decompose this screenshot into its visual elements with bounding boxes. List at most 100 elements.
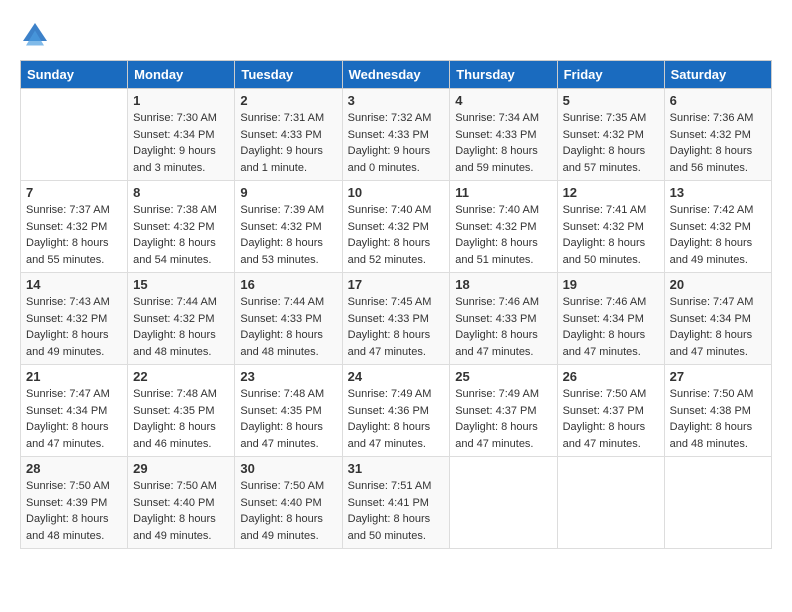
cell-content: Sunrise: 7:44 AM Sunset: 4:33 PM Dayligh… — [240, 294, 336, 360]
logo-icon — [20, 20, 50, 50]
day-cell: 7 Sunrise: 7:37 AM Sunset: 4:32 PM Dayli… — [21, 181, 128, 273]
day-number: 30 — [240, 461, 336, 476]
sunset-text: Sunset: 4:32 PM — [26, 313, 107, 325]
cell-content: Sunrise: 7:44 AM Sunset: 4:32 PM Dayligh… — [133, 294, 229, 360]
sunset-text: Sunset: 4:35 PM — [133, 405, 214, 417]
cell-content: Sunrise: 7:47 AM Sunset: 4:34 PM Dayligh… — [26, 386, 122, 452]
day-cell: 30 Sunrise: 7:50 AM Sunset: 4:40 PM Dayl… — [235, 457, 342, 549]
sunrise-text: Sunrise: 7:48 AM — [240, 388, 324, 400]
day-cell: 23 Sunrise: 7:48 AM Sunset: 4:35 PM Dayl… — [235, 365, 342, 457]
sunset-text: Sunset: 4:32 PM — [133, 221, 214, 233]
week-row-3: 14 Sunrise: 7:43 AM Sunset: 4:32 PM Dayl… — [21, 273, 772, 365]
daylight-text: Daylight: 8 hours and 47 minutes. — [670, 329, 753, 358]
day-cell: 5 Sunrise: 7:35 AM Sunset: 4:32 PM Dayli… — [557, 89, 664, 181]
sunrise-text: Sunrise: 7:49 AM — [455, 388, 539, 400]
daylight-text: Daylight: 8 hours and 48 minutes. — [26, 513, 109, 542]
daylight-text: Daylight: 8 hours and 59 minutes. — [455, 145, 538, 174]
day-number: 13 — [670, 185, 766, 200]
sunrise-text: Sunrise: 7:50 AM — [670, 388, 754, 400]
daylight-text: Daylight: 8 hours and 53 minutes. — [240, 237, 323, 266]
day-cell: 10 Sunrise: 7:40 AM Sunset: 4:32 PM Dayl… — [342, 181, 450, 273]
cell-content: Sunrise: 7:50 AM Sunset: 4:40 PM Dayligh… — [133, 478, 229, 544]
day-cell: 22 Sunrise: 7:48 AM Sunset: 4:35 PM Dayl… — [128, 365, 235, 457]
sunset-text: Sunset: 4:33 PM — [455, 313, 536, 325]
daylight-text: Daylight: 8 hours and 47 minutes. — [455, 329, 538, 358]
day-number: 24 — [348, 369, 445, 384]
header-saturday: Saturday — [664, 61, 771, 89]
sunrise-text: Sunrise: 7:30 AM — [133, 112, 217, 124]
day-cell: 12 Sunrise: 7:41 AM Sunset: 4:32 PM Dayl… — [557, 181, 664, 273]
page-header — [20, 20, 772, 50]
daylight-text: Daylight: 8 hours and 48 minutes. — [670, 421, 753, 450]
sunrise-text: Sunrise: 7:44 AM — [240, 296, 324, 308]
day-number: 2 — [240, 93, 336, 108]
daylight-text: Daylight: 9 hours and 3 minutes. — [133, 145, 216, 174]
day-number: 4 — [455, 93, 551, 108]
cell-content: Sunrise: 7:40 AM Sunset: 4:32 PM Dayligh… — [348, 202, 445, 268]
daylight-text: Daylight: 8 hours and 47 minutes. — [563, 421, 646, 450]
header-monday: Monday — [128, 61, 235, 89]
day-cell: 9 Sunrise: 7:39 AM Sunset: 4:32 PM Dayli… — [235, 181, 342, 273]
day-cell — [21, 89, 128, 181]
daylight-text: Daylight: 8 hours and 47 minutes. — [348, 329, 431, 358]
sunrise-text: Sunrise: 7:35 AM — [563, 112, 647, 124]
day-cell: 27 Sunrise: 7:50 AM Sunset: 4:38 PM Dayl… — [664, 365, 771, 457]
day-number: 12 — [563, 185, 659, 200]
cell-content: Sunrise: 7:36 AM Sunset: 4:32 PM Dayligh… — [670, 110, 766, 176]
day-number: 1 — [133, 93, 229, 108]
daylight-text: Daylight: 8 hours and 57 minutes. — [563, 145, 646, 174]
cell-content: Sunrise: 7:37 AM Sunset: 4:32 PM Dayligh… — [26, 202, 122, 268]
cell-content: Sunrise: 7:45 AM Sunset: 4:33 PM Dayligh… — [348, 294, 445, 360]
sunrise-text: Sunrise: 7:50 AM — [26, 480, 110, 492]
daylight-text: Daylight: 8 hours and 48 minutes. — [133, 329, 216, 358]
cell-content: Sunrise: 7:32 AM Sunset: 4:33 PM Dayligh… — [348, 110, 445, 176]
day-number: 18 — [455, 277, 551, 292]
day-cell: 20 Sunrise: 7:47 AM Sunset: 4:34 PM Dayl… — [664, 273, 771, 365]
cell-content: Sunrise: 7:46 AM Sunset: 4:33 PM Dayligh… — [455, 294, 551, 360]
cell-content: Sunrise: 7:46 AM Sunset: 4:34 PM Dayligh… — [563, 294, 659, 360]
sunset-text: Sunset: 4:34 PM — [670, 313, 751, 325]
sunrise-text: Sunrise: 7:51 AM — [348, 480, 432, 492]
day-cell: 4 Sunrise: 7:34 AM Sunset: 4:33 PM Dayli… — [450, 89, 557, 181]
day-cell: 28 Sunrise: 7:50 AM Sunset: 4:39 PM Dayl… — [21, 457, 128, 549]
sunrise-text: Sunrise: 7:46 AM — [563, 296, 647, 308]
day-cell: 6 Sunrise: 7:36 AM Sunset: 4:32 PM Dayli… — [664, 89, 771, 181]
cell-content: Sunrise: 7:42 AM Sunset: 4:32 PM Dayligh… — [670, 202, 766, 268]
day-number: 26 — [563, 369, 659, 384]
sunrise-text: Sunrise: 7:50 AM — [240, 480, 324, 492]
sunrise-text: Sunrise: 7:50 AM — [133, 480, 217, 492]
logo — [20, 20, 54, 50]
cell-content: Sunrise: 7:48 AM Sunset: 4:35 PM Dayligh… — [133, 386, 229, 452]
sunrise-text: Sunrise: 7:39 AM — [240, 204, 324, 216]
day-cell: 16 Sunrise: 7:44 AM Sunset: 4:33 PM Dayl… — [235, 273, 342, 365]
sunrise-text: Sunrise: 7:47 AM — [670, 296, 754, 308]
day-number: 31 — [348, 461, 445, 476]
day-cell: 17 Sunrise: 7:45 AM Sunset: 4:33 PM Dayl… — [342, 273, 450, 365]
sunset-text: Sunset: 4:34 PM — [563, 313, 644, 325]
sunset-text: Sunset: 4:32 PM — [240, 221, 321, 233]
cell-content: Sunrise: 7:41 AM Sunset: 4:32 PM Dayligh… — [563, 202, 659, 268]
week-row-2: 7 Sunrise: 7:37 AM Sunset: 4:32 PM Dayli… — [21, 181, 772, 273]
cell-content: Sunrise: 7:50 AM Sunset: 4:38 PM Dayligh… — [670, 386, 766, 452]
cell-content: Sunrise: 7:50 AM Sunset: 4:37 PM Dayligh… — [563, 386, 659, 452]
day-number: 8 — [133, 185, 229, 200]
sunset-text: Sunset: 4:41 PM — [348, 497, 429, 509]
day-cell: 1 Sunrise: 7:30 AM Sunset: 4:34 PM Dayli… — [128, 89, 235, 181]
day-number: 14 — [26, 277, 122, 292]
daylight-text: Daylight: 8 hours and 48 minutes. — [240, 329, 323, 358]
daylight-text: Daylight: 8 hours and 49 minutes. — [133, 513, 216, 542]
day-cell: 8 Sunrise: 7:38 AM Sunset: 4:32 PM Dayli… — [128, 181, 235, 273]
day-number: 19 — [563, 277, 659, 292]
sunset-text: Sunset: 4:40 PM — [133, 497, 214, 509]
sunset-text: Sunset: 4:33 PM — [348, 313, 429, 325]
daylight-text: Daylight: 8 hours and 54 minutes. — [133, 237, 216, 266]
week-row-1: 1 Sunrise: 7:30 AM Sunset: 4:34 PM Dayli… — [21, 89, 772, 181]
header-tuesday: Tuesday — [235, 61, 342, 89]
day-cell: 3 Sunrise: 7:32 AM Sunset: 4:33 PM Dayli… — [342, 89, 450, 181]
sunset-text: Sunset: 4:40 PM — [240, 497, 321, 509]
day-number: 5 — [563, 93, 659, 108]
cell-content: Sunrise: 7:51 AM Sunset: 4:41 PM Dayligh… — [348, 478, 445, 544]
day-number: 22 — [133, 369, 229, 384]
calendar-body: 1 Sunrise: 7:30 AM Sunset: 4:34 PM Dayli… — [21, 89, 772, 549]
cell-content: Sunrise: 7:48 AM Sunset: 4:35 PM Dayligh… — [240, 386, 336, 452]
